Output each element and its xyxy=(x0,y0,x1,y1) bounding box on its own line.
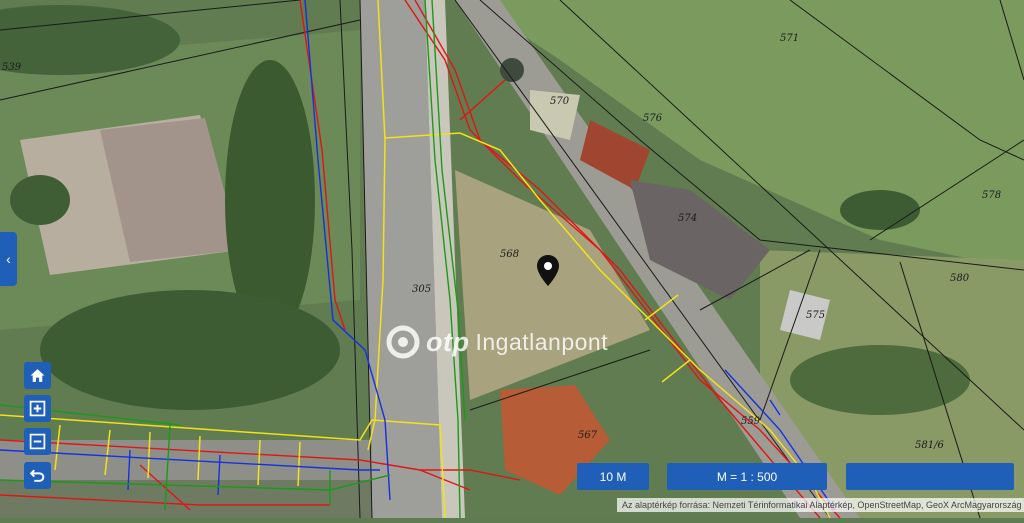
side-panel-toggle[interactable]: ‹ xyxy=(0,232,17,286)
parcel-number: 576 xyxy=(643,113,663,124)
attribution-text: Az alaptérkép forrása: Nemzeti Térinform… xyxy=(617,498,1024,512)
parcel-number: 581/6 xyxy=(915,440,944,451)
parcel-number: 570 xyxy=(550,96,570,107)
parcel-number: 539 xyxy=(2,62,22,73)
scale-ratio: M = 1 : 500 xyxy=(667,463,827,490)
chevron-left-icon: ‹ xyxy=(6,251,11,267)
parcel-number: 578 xyxy=(982,190,1002,201)
zoom-in-button[interactable] xyxy=(24,395,51,422)
parcel-number: 568 xyxy=(500,249,520,260)
watermark-logo: otp Ingatlanpont xyxy=(386,325,608,359)
plus-square-icon xyxy=(29,400,46,417)
map-canvas[interactable]: 571 539 570 576 578 574 568 305 580 575 … xyxy=(0,0,1024,519)
scale-bar-label: 10 M xyxy=(599,469,627,484)
minus-square-icon xyxy=(29,433,46,450)
home-icon xyxy=(30,369,45,382)
undo-icon xyxy=(29,469,45,482)
parcel-number: 305 xyxy=(412,284,432,295)
parcel-number: 567 xyxy=(578,430,598,441)
info-bar xyxy=(846,463,1014,490)
parcel-number: 580 xyxy=(950,273,970,284)
back-button[interactable] xyxy=(24,462,51,489)
parcel-number: 574 xyxy=(678,213,698,224)
scale-ratio-label: M = 1 : 500 xyxy=(716,469,778,484)
watermark-name: Ingatlanpont xyxy=(475,328,609,355)
otp-logo-icon xyxy=(386,325,420,359)
watermark-brand: otp xyxy=(426,326,470,357)
parcel-number: 559 xyxy=(741,416,761,427)
location-pin-icon[interactable] xyxy=(536,254,560,287)
parcel-number: 571 xyxy=(780,33,800,44)
zoom-out-button[interactable] xyxy=(24,428,51,455)
scale-bar: 10 M xyxy=(577,463,649,490)
parcel-number: 575 xyxy=(806,310,826,321)
home-button[interactable] xyxy=(24,362,51,389)
